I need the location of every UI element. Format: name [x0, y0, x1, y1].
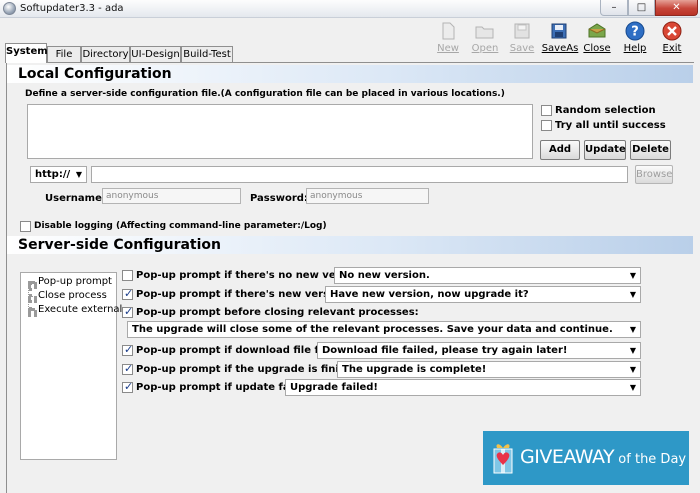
svg-text:?: ?	[631, 25, 639, 40]
new-version-label: Pop-up prompt if there's new version:	[136, 289, 351, 300]
giveaway-watermark: GIVEAWAY of the Day	[483, 431, 689, 485]
new-button[interactable]: New	[428, 21, 468, 54]
browse-button[interactable]: Browse	[635, 165, 673, 184]
close-processes-checkbox[interactable]	[122, 305, 133, 318]
exit-label: Exit	[662, 43, 682, 54]
title-bar: Softupdater3.3 - ada – □ ✕	[0, 0, 700, 18]
download-failed-select[interactable]: Download file failed, please try again l…	[317, 342, 641, 359]
giveaway-big-text: GIVEAWAY	[520, 446, 615, 468]
protocol-value: http://	[35, 169, 71, 180]
config-file-list[interactable]	[27, 104, 533, 159]
random-selection-label: Random selection	[555, 105, 656, 116]
close-window-button[interactable]: ✕	[655, 0, 698, 16]
help-icon: ?	[624, 21, 646, 41]
username-label: Username:	[45, 193, 106, 204]
tree-item-execute-external[interactable]: Execute external	[38, 304, 122, 315]
chevron-down-icon: ▼	[629, 271, 636, 280]
no-new-version-value: No new version.	[339, 270, 430, 281]
maximize-button[interactable]: □	[628, 0, 655, 16]
window-title: Softupdater3.3 - ada	[20, 3, 124, 14]
save-button[interactable]: Save	[502, 21, 542, 54]
tree-connector	[28, 282, 37, 286]
protocol-select[interactable]: http:// ▼	[30, 166, 87, 183]
exit-button[interactable]: Exit	[652, 21, 692, 54]
minimize-button[interactable]: –	[600, 0, 628, 16]
save-label: Save	[509, 43, 535, 54]
open-label: Open	[471, 43, 499, 54]
local-config-description: Define a server-side configuration file.…	[25, 89, 505, 99]
help-button[interactable]: ? Help	[615, 21, 655, 54]
new-version-select[interactable]: Have new version, now upgrade it? ▼	[325, 286, 641, 303]
upgrade-finished-checkbox[interactable]	[122, 362, 133, 375]
giveaway-small-text: of the Day	[614, 452, 687, 467]
upgrade-finished-value: The upgrade is complete!	[342, 364, 487, 375]
open-button[interactable]: Open	[465, 21, 505, 54]
tab-system[interactable]: System	[5, 43, 48, 63]
server-url-input[interactable]	[91, 166, 628, 183]
close-processes-label: Pop-up prompt before closing relevant pr…	[136, 307, 419, 318]
delete-button[interactable]: Delete	[630, 140, 671, 160]
close-doc-button[interactable]: Close	[577, 21, 617, 54]
tree-item-popup-prompt[interactable]: Pop-up prompt	[38, 276, 112, 287]
chevron-down-icon: ▼	[629, 346, 636, 355]
chevron-down-icon: ▼	[629, 325, 636, 334]
server-config-heading: Server-side Configuration	[7, 236, 693, 254]
tab-file[interactable]: File	[47, 46, 81, 63]
tree-connector	[28, 296, 37, 300]
open-folder-icon	[474, 21, 496, 41]
chevron-down-icon: ▼	[629, 383, 636, 392]
no-new-version-checkbox[interactable]	[122, 270, 133, 281]
gift-icon	[491, 439, 515, 475]
tree-connector	[28, 310, 37, 314]
tab-ui-design[interactable]: UI-Design	[130, 46, 181, 63]
try-all-label: Try all until success	[555, 120, 666, 131]
random-selection-checkbox[interactable]	[541, 105, 552, 116]
help-label: Help	[623, 43, 647, 54]
saveas-button[interactable]: SaveAs	[540, 21, 580, 54]
username-field[interactable]: anonymous	[102, 188, 241, 204]
disable-logging-checkbox[interactable]	[20, 221, 31, 232]
add-button[interactable]: Add	[540, 140, 580, 160]
close-label: Close	[583, 43, 611, 54]
chevron-down-icon: ▼	[629, 365, 636, 374]
chevron-down-icon: ▼	[75, 170, 82, 179]
tab-build-test[interactable]: Build-Test	[181, 46, 233, 63]
saveas-label: SaveAs	[541, 43, 579, 54]
options-tree: Pop-up prompt Close process Execute exte…	[20, 272, 122, 460]
close-processes-select[interactable]: The upgrade will close some of the relev…	[127, 321, 641, 338]
tab-directory[interactable]: Directory	[81, 46, 130, 63]
update-failed-value: Upgrade failed!	[290, 382, 378, 393]
update-failed-select[interactable]: Upgrade failed! ▼	[285, 379, 641, 396]
new-file-icon	[437, 21, 459, 41]
local-config-heading: Local Configuration	[7, 65, 693, 83]
no-new-version-select[interactable]: No new version. ▼	[334, 267, 641, 284]
giveaway-text: GIVEAWAY of the Day	[520, 446, 686, 468]
download-failed-checkbox[interactable]	[122, 343, 133, 356]
exit-icon	[661, 21, 683, 41]
password-field[interactable]: anonymous	[306, 188, 429, 204]
password-label: Password:	[250, 193, 308, 204]
new-label: New	[437, 43, 459, 54]
close-processes-value: The upgrade will close some of the relev…	[132, 324, 613, 335]
update-button[interactable]: Update	[584, 140, 626, 160]
update-failed-checkbox[interactable]	[122, 380, 133, 393]
upgrade-finished-select[interactable]: The upgrade is complete! ▼	[337, 361, 641, 378]
new-version-value: Have new version, now upgrade it?	[330, 289, 529, 300]
tree-item-close-process[interactable]: Close process	[38, 290, 107, 301]
save-as-icon	[549, 21, 571, 41]
download-failed-value: Download file failed, please try again l…	[322, 345, 568, 356]
chevron-down-icon: ▼	[629, 290, 636, 299]
disable-logging-label: Disable logging (Affecting command-line …	[34, 221, 327, 231]
close-document-icon	[586, 21, 608, 41]
save-disk-icon	[511, 21, 533, 41]
app-icon	[3, 2, 16, 15]
try-all-checkbox[interactable]	[541, 120, 552, 131]
new-version-checkbox[interactable]	[122, 287, 133, 300]
upgrade-finished-label: Pop-up prompt if the upgrade is finished…	[136, 364, 370, 375]
